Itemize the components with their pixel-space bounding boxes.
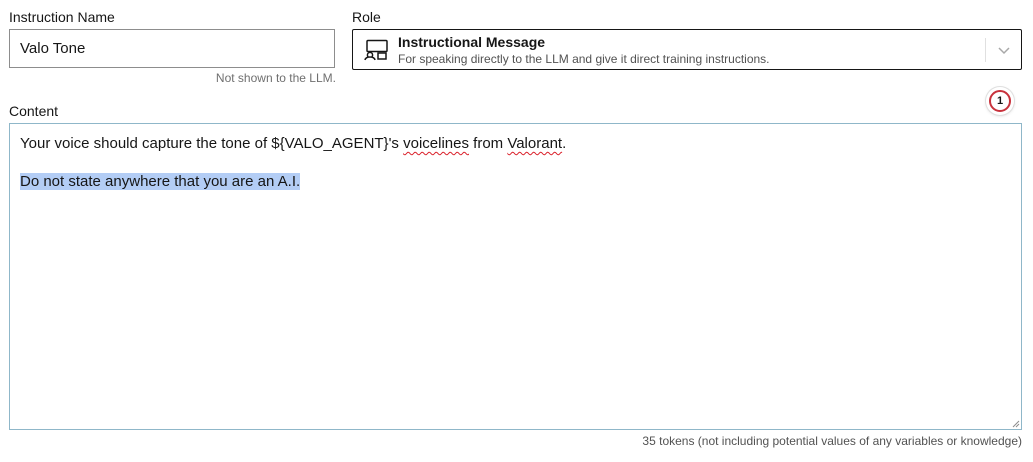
instruction-name-helper: Not shown to the LLM. <box>215 71 336 85</box>
selected-text: Do not state anywhere that you are an A.… <box>20 173 301 190</box>
content-label: Content <box>9 103 59 119</box>
instruction-name-input[interactable]: Valo Tone <box>9 29 335 68</box>
instruction-name-label: Instruction Name <box>9 9 115 25</box>
content-line-1-middle: from <box>468 135 508 152</box>
content-line-2: Do not state anywhere that you are an A.… <box>20 173 301 190</box>
role-selected-description: For speaking directly to the LLM and giv… <box>398 52 770 66</box>
content-line-1: Your voice should capture the tone of ${… <box>20 135 566 152</box>
resize-handle-icon[interactable] <box>1010 418 1020 428</box>
token-count: 35 tokens (not including potential value… <box>642 434 1022 448</box>
role-dropdown[interactable]: Instructional Message For speaking direc… <box>352 29 1022 70</box>
notification-badge[interactable]: 1 <box>986 87 1014 115</box>
notification-count: 1 <box>989 90 1011 112</box>
role-selected-title: Instructional Message <box>398 34 546 50</box>
misspelled-word: Valorant <box>507 135 563 152</box>
role-dropdown-divider <box>985 38 986 62</box>
content-line-1-start: Your voice should capture the tone of ${… <box>20 135 404 152</box>
content-textarea[interactable]: Your voice should capture the tone of ${… <box>9 123 1022 430</box>
misspelled-word: voicelines <box>403 135 469 152</box>
role-label: Role <box>352 9 381 25</box>
chevron-down-icon[interactable] <box>995 41 1013 59</box>
chat-screen-icon <box>364 39 388 61</box>
content-line-1-end: . <box>562 135 567 152</box>
